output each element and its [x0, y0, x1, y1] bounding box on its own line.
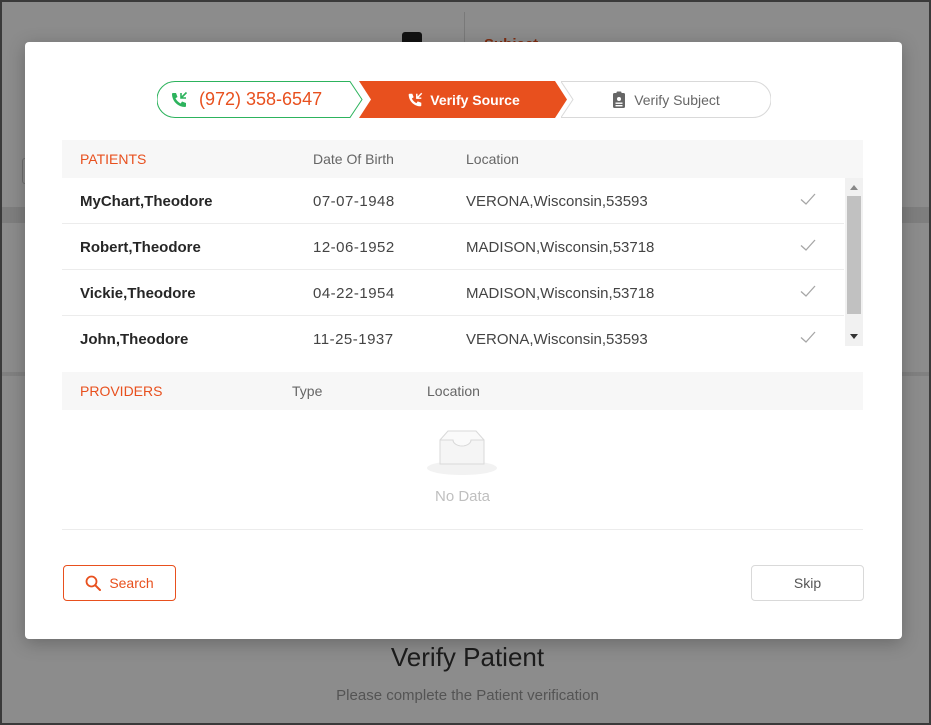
- header-patients: PATIENTS: [80, 151, 147, 167]
- search-button[interactable]: Search: [63, 565, 176, 601]
- patient-dob: 04-22-1954: [313, 285, 395, 302]
- incoming-call-icon: [169, 90, 189, 110]
- step-phone[interactable]: (972) 358-6547: [157, 81, 363, 118]
- patient-dob: 07-07-1948: [313, 193, 395, 210]
- verification-stepper: (972) 358-6547 Verify Source Verify Subj…: [157, 81, 771, 119]
- step-verify-source[interactable]: Verify Source: [359, 81, 567, 118]
- patient-name: John,Theodore: [80, 331, 189, 348]
- step-verify-subject[interactable]: Verify Subject: [561, 81, 771, 118]
- scroll-up-arrow-icon[interactable]: [845, 180, 863, 194]
- check-icon[interactable]: [799, 190, 817, 208]
- providers-empty-state: No Data: [62, 410, 863, 530]
- patient-name: Vickie,Theodore: [80, 285, 196, 302]
- patient-location: VERONA,Wisconsin,53593: [466, 193, 648, 210]
- table-row[interactable]: John,Theodore 11-25-1937 VERONA,Wisconsi…: [62, 316, 844, 362]
- patient-location: MADISON,Wisconsin,53718: [466, 285, 655, 302]
- patient-name: Robert,Theodore: [80, 239, 201, 256]
- patients-scrollbar[interactable]: [845, 178, 863, 346]
- step-verify-subject-label: Verify Subject: [634, 91, 720, 108]
- patients-table: PATIENTS Date Of Birth Location MyChart,…: [62, 140, 863, 348]
- check-icon[interactable]: [799, 282, 817, 300]
- no-data-text: No Data: [434, 488, 491, 505]
- scroll-down-arrow-icon[interactable]: [845, 330, 863, 344]
- step-verify-source-label: Verify Source: [430, 91, 520, 108]
- header-providers: PROVIDERS: [80, 383, 163, 399]
- patient-dob: 11-25-1937: [313, 331, 394, 348]
- patient-dob: 12-06-1952: [313, 239, 395, 256]
- empty-inbox-icon: [426, 430, 498, 481]
- id-badge-icon: [612, 91, 626, 109]
- verify-patient-modal: (972) 358-6547 Verify Source Verify Subj…: [25, 42, 902, 639]
- patient-name: MyChart,Theodore: [80, 193, 213, 210]
- skip-button[interactable]: Skip: [751, 565, 864, 601]
- header-location: Location: [427, 383, 480, 399]
- check-icon[interactable]: [799, 236, 817, 254]
- header-type: Type: [292, 383, 323, 399]
- header-location: Location: [466, 151, 519, 167]
- patient-location: VERONA,Wisconsin,53593: [466, 331, 648, 348]
- search-button-label: Search: [109, 575, 154, 591]
- patients-table-body: MyChart,Theodore 07-07-1948 VERONA,Wisco…: [62, 178, 863, 348]
- header-date-of-birth: Date Of Birth: [313, 151, 394, 167]
- patient-location: MADISON,Wisconsin,53718: [466, 239, 655, 256]
- patients-table-header: PATIENTS Date Of Birth Location: [62, 140, 863, 178]
- phone-number: (972) 358-6547: [199, 89, 323, 109]
- search-icon: [85, 575, 102, 591]
- check-icon[interactable]: [799, 328, 817, 346]
- scrollbar-thumb[interactable]: [847, 196, 861, 314]
- table-row[interactable]: Robert,Theodore 12-06-1952 MADISON,Wisco…: [62, 224, 844, 270]
- table-row[interactable]: Vickie,Theodore 04-22-1954 MADISON,Wisco…: [62, 270, 844, 316]
- table-row[interactable]: MyChart,Theodore 07-07-1948 VERONA,Wisco…: [62, 178, 844, 224]
- providers-table-header: PROVIDERS Type Location: [62, 372, 863, 410]
- providers-table: PROVIDERS Type Location No Data: [62, 372, 863, 530]
- incoming-call-icon: [406, 91, 424, 109]
